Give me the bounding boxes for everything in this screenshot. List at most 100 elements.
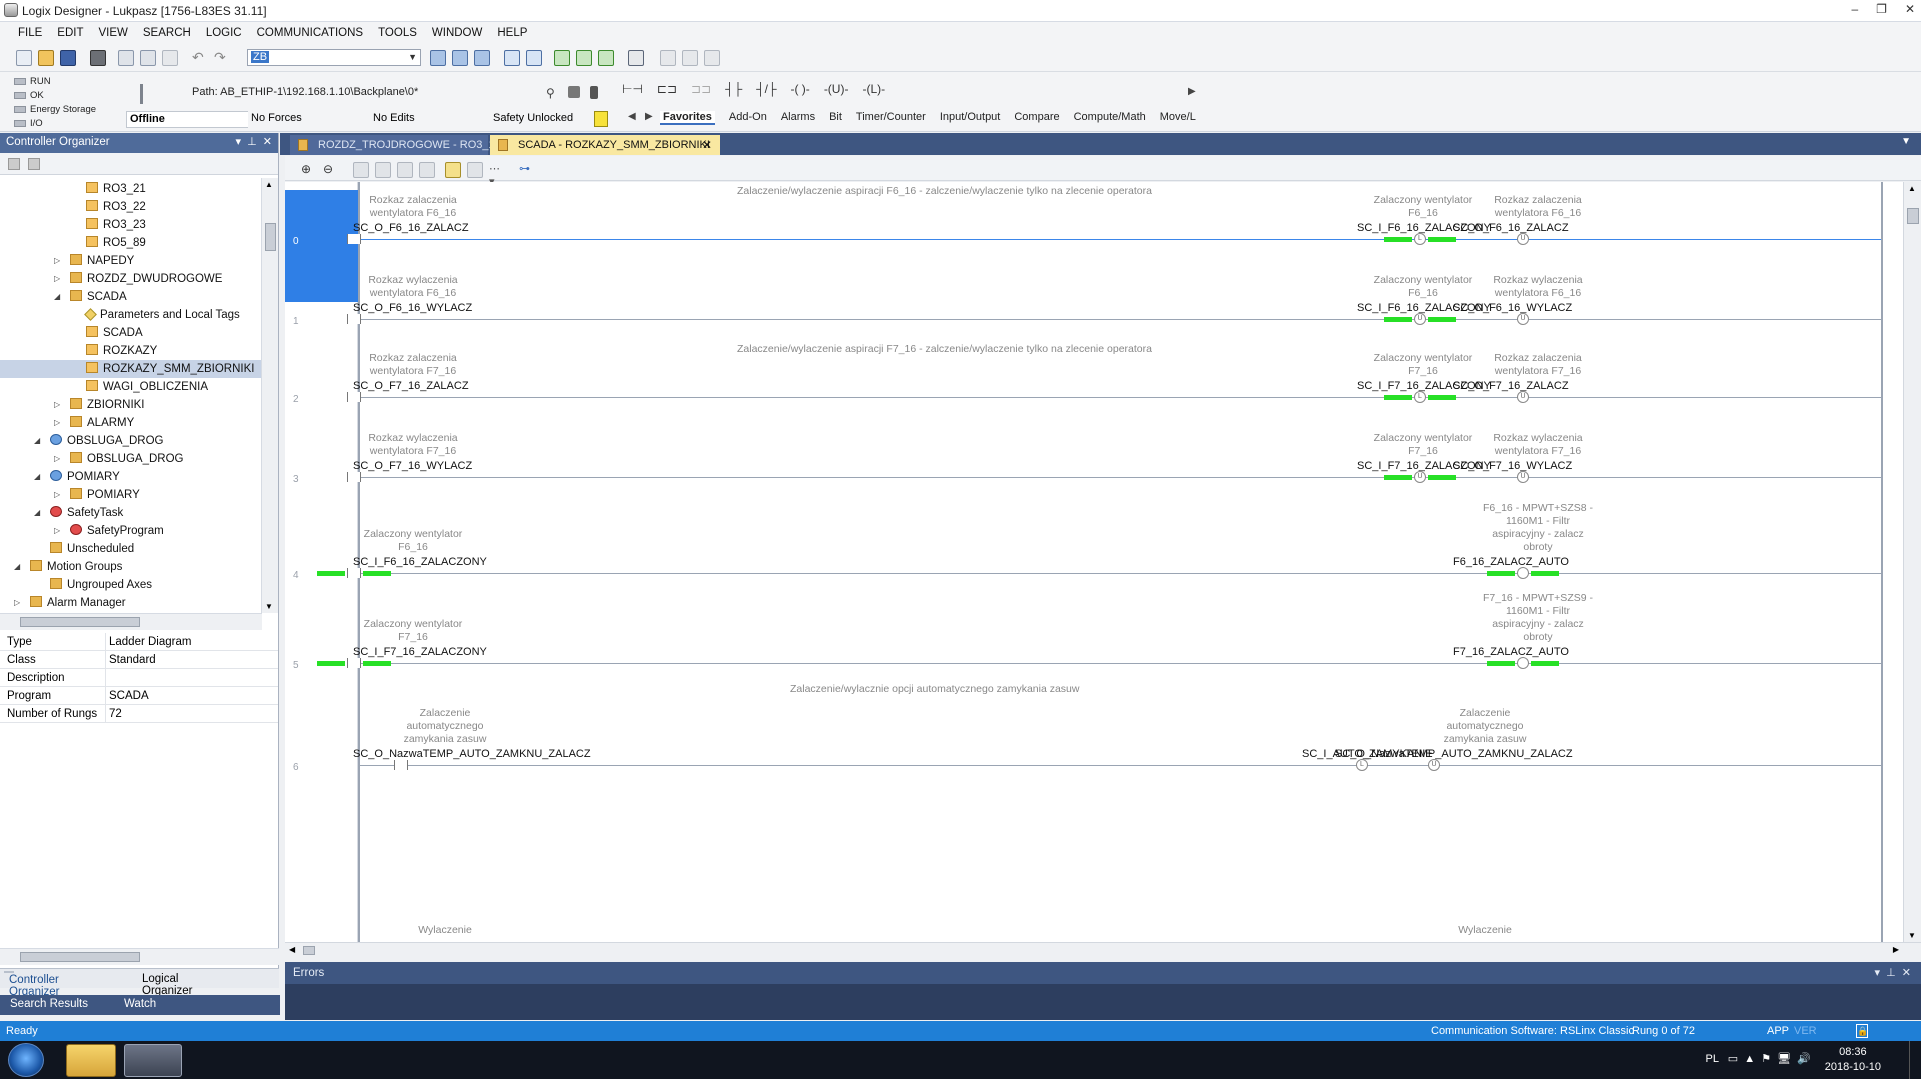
xic-contact[interactable] bbox=[347, 568, 361, 578]
contact-tag[interactable]: SC_I_F6_16_ZALACZONY bbox=[353, 556, 487, 568]
menu-logic[interactable]: LOGIC bbox=[206, 27, 242, 39]
tree-icon[interactable] bbox=[526, 50, 542, 66]
minimize-button[interactable]: – bbox=[1851, 2, 1858, 16]
tree-item[interactable]: ◢ SCADA bbox=[0, 288, 262, 306]
rung-comment[interactable]: Zalaczenie/wylaczenie aspiracji F6_16 - … bbox=[737, 185, 1152, 197]
contact-tag[interactable]: SC_O_NazwaTEMP_AUTO_ZAMKNU_ZALACZ bbox=[353, 748, 591, 760]
tab-scada-rozkazy[interactable]: SCADA - ROZKAZY_SMM_ZBIORNIKI ✕ bbox=[490, 135, 720, 155]
output-coil[interactable]: U bbox=[1517, 391, 1529, 403]
output-tag[interactable]: SC_O_F7_16_WYLACZ bbox=[1453, 460, 1572, 472]
scroll-right-icon[interactable]: ▶ bbox=[1188, 86, 1196, 97]
find-next-icon[interactable] bbox=[452, 50, 468, 66]
branch-icon[interactable]: ⊏⊐ bbox=[657, 82, 677, 96]
tree-item[interactable]: ◢ SafetyTask bbox=[0, 504, 262, 522]
tab-add-on[interactable]: Add-On bbox=[729, 111, 767, 125]
expand-icon[interactable]: ▷ bbox=[54, 252, 60, 270]
tree-item[interactable]: ▷ NAPEDY bbox=[0, 252, 262, 270]
tab-compare[interactable]: Compare bbox=[1014, 111, 1059, 125]
tree-item[interactable]: RO3_22 bbox=[0, 198, 262, 216]
tab-scroll-right-icon[interactable]: ▶ bbox=[645, 111, 653, 122]
print-icon[interactable] bbox=[90, 50, 106, 66]
collapse-icon[interactable]: ◢ bbox=[34, 468, 40, 486]
contact-tag[interactable]: SC_O_F6_16_ZALACZ bbox=[353, 222, 469, 234]
output-coil[interactable]: U bbox=[1428, 759, 1440, 771]
rung-number[interactable]: 4 bbox=[293, 570, 299, 581]
ladder-vertical-scrollbar[interactable]: ▲ ▼ bbox=[1903, 182, 1921, 942]
collapse-icon[interactable]: ◢ bbox=[14, 558, 20, 576]
tree-item[interactable]: Parameters and Local Tags bbox=[0, 306, 262, 324]
contact-tag[interactable]: SC_O_F7_16_WYLACZ bbox=[353, 460, 472, 472]
tab-rozdz-trojdrogowe[interactable]: ROZDZ_TROJDROGOWE - RO3_17 bbox=[290, 135, 501, 155]
property-value[interactable]: Standard bbox=[106, 651, 156, 668]
download-icon[interactable] bbox=[554, 50, 570, 66]
close-tab-icon[interactable]: ✕ bbox=[702, 135, 712, 155]
menu-file[interactable]: FILE bbox=[18, 27, 42, 39]
tabs-menu-icon[interactable]: ▼ bbox=[1901, 136, 1911, 147]
tree-horizontal-scrollbar[interactable] bbox=[0, 613, 262, 630]
menu-edit[interactable]: EDIT bbox=[57, 27, 83, 39]
contact-tag[interactable]: SC_O_F6_16_WYLACZ bbox=[353, 302, 472, 314]
ote-icon[interactable]: -( )- bbox=[790, 82, 809, 96]
menu-view[interactable]: VIEW bbox=[99, 27, 128, 39]
output-tag[interactable]: SC_O_NazwaTEMP_AUTO_ZAMKNU_ZALACZ bbox=[1335, 748, 1573, 760]
expand-icon[interactable]: ▷ bbox=[54, 486, 60, 504]
otl-coil[interactable]: L bbox=[1356, 759, 1368, 771]
test-edits-icon[interactable] bbox=[704, 50, 720, 66]
edits-status[interactable]: No Edits bbox=[370, 111, 490, 128]
forces-status[interactable]: No Forces bbox=[248, 111, 366, 128]
props-hscroll-thumb[interactable] bbox=[20, 952, 140, 962]
chevron-down-icon[interactable]: ▼ bbox=[408, 50, 417, 65]
property-value[interactable]: 72 bbox=[106, 705, 122, 722]
ladder-hscroll-thumb[interactable] bbox=[303, 946, 315, 955]
tree-item[interactable]: ▷ ALARMY bbox=[0, 414, 262, 432]
find-icon[interactable] bbox=[430, 50, 446, 66]
xic-contact[interactable] bbox=[347, 234, 361, 244]
tree-item[interactable]: RO5_89 bbox=[0, 234, 262, 252]
tree-item[interactable]: RO3_23 bbox=[0, 216, 262, 234]
scroll-right-icon[interactable]: ▶ bbox=[1893, 945, 1899, 954]
tree-item[interactable]: ▷ SafetyProgram bbox=[0, 522, 262, 540]
tag-view-icon[interactable] bbox=[353, 162, 369, 178]
output-tag[interactable]: SC_O_F6_16_WYLACZ bbox=[1453, 302, 1572, 314]
tree-item[interactable]: ◢ OBSLUGA_DROG bbox=[0, 432, 262, 450]
upload-icon[interactable] bbox=[576, 50, 592, 66]
clock[interactable]: 08:36 2018-10-10 bbox=[1825, 1045, 1881, 1075]
xic-contact[interactable] bbox=[347, 658, 361, 668]
output-tag[interactable]: SC_O_F6_16_ZALACZ bbox=[1453, 222, 1569, 234]
xic-contact[interactable] bbox=[347, 472, 361, 482]
tab-controller-organizer[interactable]: Controller Organizer bbox=[4, 971, 60, 998]
expand-icon[interactable]: ▷ bbox=[54, 396, 60, 414]
tree-item[interactable]: ▷ ROZDZ_DWUDROGOWE bbox=[0, 270, 262, 288]
scroll-up-icon[interactable]: ▲ bbox=[265, 180, 273, 189]
tree-item[interactable]: Unscheduled bbox=[0, 540, 262, 558]
output-coil[interactable]: U bbox=[1517, 233, 1529, 245]
browse-icon[interactable] bbox=[474, 50, 490, 66]
menu-tools[interactable]: TOOLS bbox=[378, 27, 417, 39]
controller-state-field[interactable]: Offline bbox=[126, 111, 250, 128]
output-tag[interactable]: F7_16_ZALACZ_AUTO bbox=[1453, 646, 1569, 658]
save-icon[interactable] bbox=[60, 50, 76, 66]
ladder-horizontal-scrollbar[interactable]: ◀ ▶ bbox=[285, 942, 1921, 958]
property-value[interactable]: SCADA bbox=[106, 687, 149, 704]
xic-icon[interactable]: ┤├ bbox=[725, 82, 742, 96]
tree-item[interactable]: SCADA bbox=[0, 324, 262, 342]
safety-lock-icon[interactable] bbox=[594, 111, 608, 127]
menu-help[interactable]: HELP bbox=[497, 27, 527, 39]
rung-number[interactable]: 1 bbox=[293, 316, 299, 327]
tray-icons[interactable]: ▭ ▲ ⚑ 🖥 🔊 bbox=[1722, 1053, 1811, 1065]
collapse-icon[interactable]: ◢ bbox=[34, 432, 40, 450]
edit-mode-icon[interactable] bbox=[660, 50, 676, 66]
ladder-editor[interactable]: 0 Zalaczenie/wylaczenie aspiracji F6_16 -… bbox=[285, 182, 1903, 942]
tree-item[interactable]: ▷ POMIARY bbox=[0, 486, 262, 504]
network-icon[interactable] bbox=[568, 86, 580, 98]
scroll-down-icon[interactable]: ▼ bbox=[265, 602, 273, 611]
tab-search-results[interactable]: Search Results bbox=[10, 998, 88, 1010]
rung-comment-icon[interactable] bbox=[397, 162, 413, 178]
show-desktop-button[interactable] bbox=[1909, 1041, 1921, 1079]
otl-coil[interactable]: L bbox=[1414, 233, 1426, 245]
expand-icon[interactable]: ▷ bbox=[54, 522, 60, 540]
rung-number[interactable]: 3 bbox=[293, 474, 299, 485]
copy-icon[interactable] bbox=[140, 50, 156, 66]
cut-icon[interactable] bbox=[118, 50, 134, 66]
contact-tag[interactable]: SC_O_F7_16_ZALACZ bbox=[353, 380, 469, 392]
